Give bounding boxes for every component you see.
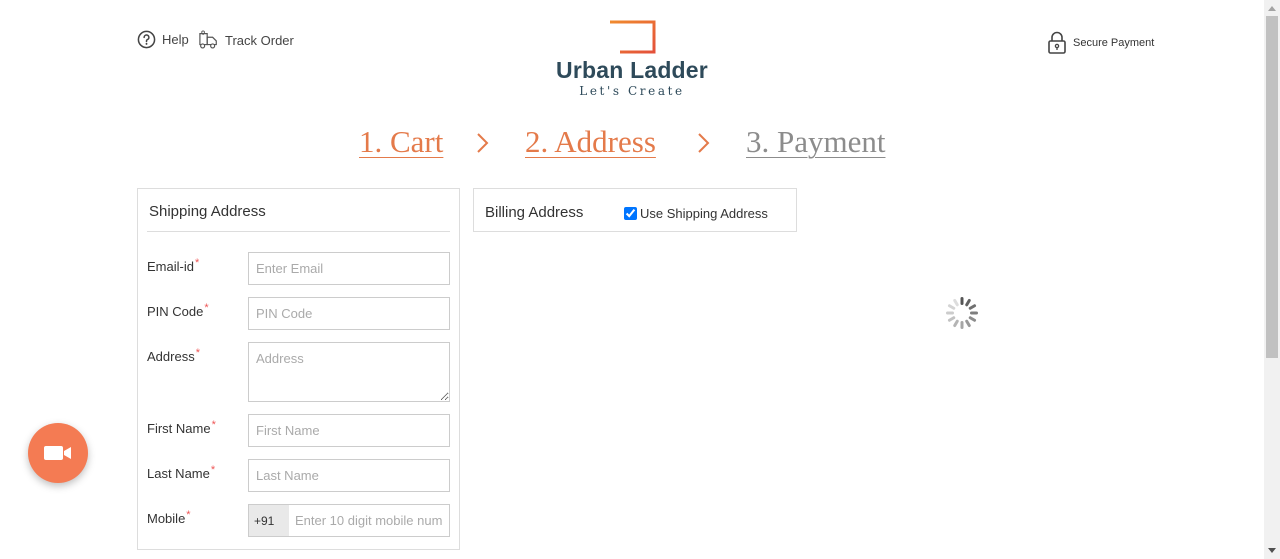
help-label: Help: [162, 32, 189, 47]
scroll-up-arrow[interactable]: [1264, 0, 1280, 16]
step-payment[interactable]: 3. Payment: [746, 124, 886, 160]
email-label: Email-id*: [147, 257, 200, 274]
header: Help Track Order Urban Ladder Let's Crea…: [0, 0, 1264, 110]
required-mark: *: [186, 509, 191, 521]
last-name-label: Last Name*: [147, 464, 216, 481]
shipping-address-panel: Shipping Address Email-id* PIN Code* Add…: [137, 188, 460, 550]
address-label-text: Address: [147, 349, 195, 364]
use-shipping-address-label: Use Shipping Address: [640, 206, 768, 221]
required-mark: *: [211, 419, 216, 431]
logo[interactable]: Urban Ladder Let's Create: [540, 20, 724, 98]
required-mark: *: [194, 257, 200, 269]
required-mark: *: [204, 302, 209, 314]
video-call-button[interactable]: [28, 423, 88, 483]
required-mark: *: [195, 347, 200, 359]
scroll-thumb[interactable]: [1266, 16, 1278, 358]
mobile-field[interactable]: [289, 505, 449, 536]
pin-code-field[interactable]: [248, 297, 450, 330]
help-link[interactable]: Help: [137, 30, 189, 49]
shipping-address-title: Shipping Address: [149, 203, 266, 220]
address-field[interactable]: [248, 342, 450, 402]
spinner-icon: [946, 297, 978, 329]
last-name-label-text: Last Name: [147, 466, 210, 481]
chevron-right-icon: [698, 133, 710, 153]
first-name-label: First Name*: [147, 419, 216, 436]
required-mark: *: [210, 464, 216, 476]
address-label: Address*: [147, 347, 200, 364]
mobile-label-text: Mobile: [147, 511, 186, 526]
first-name-label-text: First Name: [147, 421, 211, 436]
country-code-prefix: +91: [249, 505, 289, 536]
help-circle-icon: [137, 30, 156, 49]
billing-address-title: Billing Address: [485, 204, 584, 221]
lock-icon: [1048, 31, 1066, 54]
email-field[interactable]: [248, 252, 450, 285]
use-shipping-address-checkbox[interactable]: [624, 207, 637, 220]
secure-payment-label: Secure Payment: [1073, 36, 1155, 49]
truck-icon: [199, 30, 217, 49]
last-name-field[interactable]: [248, 459, 450, 492]
logo-mark-icon: [608, 20, 656, 54]
logo-tagline: Let's Create: [579, 84, 685, 98]
first-name-field[interactable]: [248, 414, 450, 447]
track-order-link[interactable]: Track Order: [198, 30, 294, 50]
step-cart[interactable]: 1. Cart: [359, 124, 443, 160]
mobile-label: Mobile*: [147, 509, 191, 526]
chevron-up-icon: [1268, 6, 1276, 11]
divider: [147, 231, 450, 232]
secure-payment-badge: Secure Payment: [1047, 31, 1154, 54]
chevron-down-icon: [1268, 548, 1276, 553]
checkout-steps: 1. Cart 2. Address 3. Payment: [0, 124, 1264, 164]
email-label-text: Email-id: [147, 259, 194, 274]
video-camera-icon: [44, 446, 71, 460]
use-shipping-address-option[interactable]: Use Shipping Address: [624, 206, 768, 221]
mobile-field-group: +91: [248, 504, 450, 537]
scroll-down-arrow[interactable]: [1264, 543, 1280, 559]
step-address[interactable]: 2. Address: [525, 124, 656, 160]
logo-name: Urban Ladder: [556, 57, 708, 83]
pin-code-label: PIN Code*: [147, 302, 209, 319]
chevron-right-icon: [477, 133, 489, 153]
billing-address-panel: Billing Address Use Shipping Address: [473, 188, 797, 232]
vertical-scrollbar[interactable]: [1264, 0, 1280, 559]
track-order-label: Track Order: [225, 32, 294, 48]
pin-code-label-text: PIN Code: [147, 304, 204, 319]
